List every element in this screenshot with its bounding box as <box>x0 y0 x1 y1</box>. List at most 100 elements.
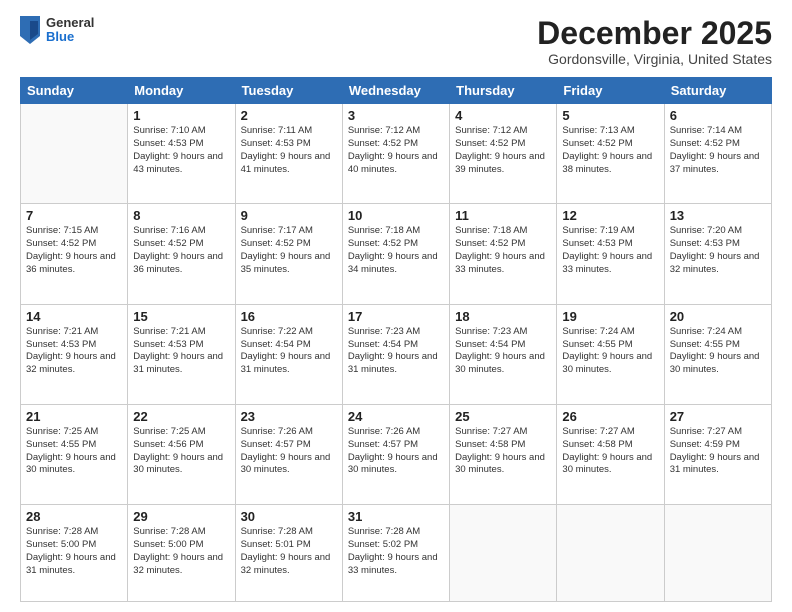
calendar-cell: 23 Sunrise: 7:26 AMSunset: 4:57 PMDayligh… <box>235 404 342 504</box>
cell-info: Sunrise: 7:18 AMSunset: 4:52 PMDaylight:… <box>348 225 444 276</box>
calendar-cell: 4Sunrise: 7:12 AMSunset: 4:52 PMDaylight… <box>450 104 557 204</box>
calendar-cell: 27 Sunrise: 7:27 AMSunset: 4:59 PMDayligh… <box>664 404 771 504</box>
calendar-cell: 25 Sunrise: 7:27 AMSunset: 4:58 PMDayligh… <box>450 404 557 504</box>
header-friday: Friday <box>557 78 664 104</box>
logo-blue-text: Blue <box>46 30 94 44</box>
calendar-week-row: 1Sunrise: 7:10 AMSunset: 4:53 PMDaylight… <box>21 104 772 204</box>
calendar-cell: 1Sunrise: 7:10 AMSunset: 4:53 PMDaylight… <box>128 104 235 204</box>
day-number: 24 <box>348 409 444 424</box>
calendar-table: Sunday Monday Tuesday Wednesday Thursday… <box>20 77 772 602</box>
cell-info: Sunrise: 7:17 AMSunset: 4:52 PMDaylight:… <box>241 225 337 276</box>
calendar-cell: 24 Sunrise: 7:26 AMSunset: 4:57 PMDayligh… <box>342 404 449 504</box>
day-number: 15 <box>133 309 229 324</box>
logo-general-text: General <box>46 16 94 30</box>
logo-text: General Blue <box>46 16 94 45</box>
day-number: 19 <box>562 309 658 324</box>
calendar-cell: 11 Sunrise: 7:18 AMSunset: 4:52 PMDayligh… <box>450 204 557 304</box>
header: General Blue December 2025 Gordonsville,… <box>20 16 772 67</box>
calendar-cell <box>21 104 128 204</box>
cell-info: Sunrise: 7:27 AMSunset: 4:58 PMDaylight:… <box>562 426 658 477</box>
cell-info: Sunrise: 7:28 AMSunset: 5:00 PMDaylight:… <box>133 526 229 577</box>
day-number: 5 <box>562 108 658 123</box>
cell-info: Sunrise: 7:28 AMSunset: 5:00 PMDaylight:… <box>26 526 122 577</box>
cell-info: Sunrise: 7:15 AMSunset: 4:52 PMDaylight:… <box>26 225 122 276</box>
day-number: 21 <box>26 409 122 424</box>
calendar-cell: 6Sunrise: 7:14 AMSunset: 4:52 PMDaylight… <box>664 104 771 204</box>
header-wednesday: Wednesday <box>342 78 449 104</box>
logo-icon <box>20 16 40 44</box>
header-tuesday: Tuesday <box>235 78 342 104</box>
calendar-cell <box>664 505 771 602</box>
day-number: 2 <box>241 108 337 123</box>
cell-info: Sunrise: 7:21 AMSunset: 4:53 PMDaylight:… <box>26 326 122 377</box>
calendar-week-row: 21 Sunrise: 7:25 AMSunset: 4:55 PMDayligh… <box>21 404 772 504</box>
day-number: 27 <box>670 409 766 424</box>
location: Gordonsville, Virginia, United States <box>537 51 772 67</box>
calendar-cell: 5 Sunrise: 7:13 AMSunset: 4:52 PMDaylight… <box>557 104 664 204</box>
header-thursday: Thursday <box>450 78 557 104</box>
day-number: 22 <box>133 409 229 424</box>
day-number: 8 <box>133 208 229 223</box>
day-number: 25 <box>455 409 551 424</box>
calendar-cell: 22 Sunrise: 7:25 AMSunset: 4:56 PMDayligh… <box>128 404 235 504</box>
cell-info: Sunrise: 7:25 AMSunset: 4:56 PMDaylight:… <box>133 426 229 477</box>
cell-info: Sunrise: 7:19 AMSunset: 4:53 PMDaylight:… <box>562 225 658 276</box>
day-number: 11 <box>455 208 551 223</box>
day-number: 12 <box>562 208 658 223</box>
day-number: 13 <box>670 208 766 223</box>
cell-info: Sunrise: 7:13 AMSunset: 4:52 PMDaylight:… <box>562 125 658 176</box>
calendar-week-row: 14Sunrise: 7:21 AMSunset: 4:53 PMDayligh… <box>21 304 772 404</box>
calendar-week-row: 7Sunrise: 7:15 AMSunset: 4:52 PMDaylight… <box>21 204 772 304</box>
cell-info: Sunrise: 7:23 AMSunset: 4:54 PMDaylight:… <box>348 326 444 377</box>
cell-info: Sunrise: 7:28 AMSunset: 5:02 PMDaylight:… <box>348 526 444 577</box>
cell-info: Sunrise: 7:25 AMSunset: 4:55 PMDaylight:… <box>26 426 122 477</box>
calendar-cell: 29 Sunrise: 7:28 AMSunset: 5:00 PMDayligh… <box>128 505 235 602</box>
calendar-cell: 26 Sunrise: 7:27 AMSunset: 4:58 PMDayligh… <box>557 404 664 504</box>
day-number: 9 <box>241 208 337 223</box>
cell-info: Sunrise: 7:21 AMSunset: 4:53 PMDaylight:… <box>133 326 229 377</box>
cell-info: Sunrise: 7:22 AMSunset: 4:54 PMDaylight:… <box>241 326 337 377</box>
calendar-header-row: Sunday Monday Tuesday Wednesday Thursday… <box>21 78 772 104</box>
calendar-cell: 2 Sunrise: 7:11 AMSunset: 4:53 PMDaylight… <box>235 104 342 204</box>
calendar-cell: 17 Sunrise: 7:23 AMSunset: 4:54 PMDayligh… <box>342 304 449 404</box>
calendar-cell: 10 Sunrise: 7:18 AMSunset: 4:52 PMDayligh… <box>342 204 449 304</box>
page: General Blue December 2025 Gordonsville,… <box>0 0 792 612</box>
day-number: 17 <box>348 309 444 324</box>
cell-info: Sunrise: 7:20 AMSunset: 4:53 PMDaylight:… <box>670 225 766 276</box>
calendar-cell: 8 Sunrise: 7:16 AMSunset: 4:52 PMDaylight… <box>128 204 235 304</box>
calendar-cell: 14Sunrise: 7:21 AMSunset: 4:53 PMDayligh… <box>21 304 128 404</box>
calendar-cell: 7Sunrise: 7:15 AMSunset: 4:52 PMDaylight… <box>21 204 128 304</box>
calendar-week-row: 28Sunrise: 7:28 AMSunset: 5:00 PMDayligh… <box>21 505 772 602</box>
header-saturday: Saturday <box>664 78 771 104</box>
cell-info: Sunrise: 7:12 AMSunset: 4:52 PMDaylight:… <box>455 125 551 176</box>
calendar-cell: 31Sunrise: 7:28 AMSunset: 5:02 PMDayligh… <box>342 505 449 602</box>
cell-info: Sunrise: 7:26 AMSunset: 4:57 PMDaylight:… <box>241 426 337 477</box>
header-monday: Monday <box>128 78 235 104</box>
cell-info: Sunrise: 7:11 AMSunset: 4:53 PMDaylight:… <box>241 125 337 176</box>
day-number: 29 <box>133 509 229 524</box>
calendar-cell: 12 Sunrise: 7:19 AMSunset: 4:53 PMDayligh… <box>557 204 664 304</box>
cell-info: Sunrise: 7:24 AMSunset: 4:55 PMDaylight:… <box>562 326 658 377</box>
cell-info: Sunrise: 7:18 AMSunset: 4:52 PMDaylight:… <box>455 225 551 276</box>
calendar-cell: 30Sunrise: 7:28 AMSunset: 5:01 PMDayligh… <box>235 505 342 602</box>
cell-info: Sunrise: 7:16 AMSunset: 4:52 PMDaylight:… <box>133 225 229 276</box>
calendar-cell: 3Sunrise: 7:12 AMSunset: 4:52 PMDaylight… <box>342 104 449 204</box>
calendar-cell: 21 Sunrise: 7:25 AMSunset: 4:55 PMDayligh… <box>21 404 128 504</box>
cell-info: Sunrise: 7:26 AMSunset: 4:57 PMDaylight:… <box>348 426 444 477</box>
title-block: December 2025 Gordonsville, Virginia, Un… <box>537 16 772 67</box>
day-number: 10 <box>348 208 444 223</box>
calendar-cell: 18Sunrise: 7:23 AMSunset: 4:54 PMDayligh… <box>450 304 557 404</box>
cell-info: Sunrise: 7:27 AMSunset: 4:58 PMDaylight:… <box>455 426 551 477</box>
day-number: 23 <box>241 409 337 424</box>
month-title: December 2025 <box>537 16 772 51</box>
day-number: 6 <box>670 108 766 123</box>
day-number: 26 <box>562 409 658 424</box>
calendar-cell: 13 Sunrise: 7:20 AMSunset: 4:53 PMDayligh… <box>664 204 771 304</box>
day-number: 16 <box>241 309 337 324</box>
cell-info: Sunrise: 7:27 AMSunset: 4:59 PMDaylight:… <box>670 426 766 477</box>
calendar-cell: 19 Sunrise: 7:24 AMSunset: 4:55 PMDayligh… <box>557 304 664 404</box>
cell-info: Sunrise: 7:28 AMSunset: 5:01 PMDaylight:… <box>241 526 337 577</box>
header-sunday: Sunday <box>21 78 128 104</box>
calendar-cell <box>557 505 664 602</box>
calendar-cell: 9 Sunrise: 7:17 AMSunset: 4:52 PMDaylight… <box>235 204 342 304</box>
